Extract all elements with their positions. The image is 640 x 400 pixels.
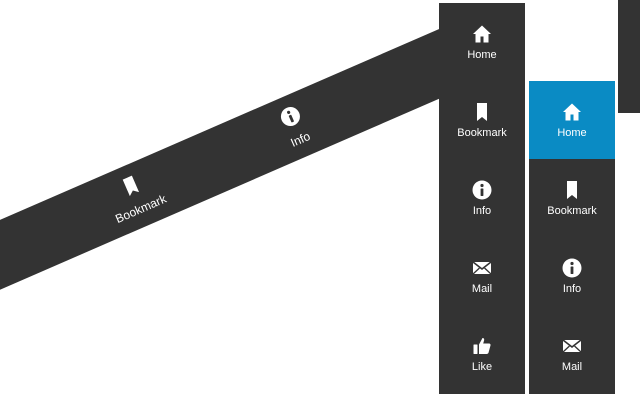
info-icon — [471, 179, 493, 201]
vertical-tab-bar-1: Home Bookmark Info Mail Like — [439, 3, 525, 394]
tab-home[interactable]: Home — [439, 3, 525, 81]
like-icon — [471, 335, 493, 357]
bookmark-icon — [471, 101, 493, 123]
tab-bookmark[interactable]: Bookmark — [439, 81, 525, 159]
tab-mail[interactable]: Mail — [439, 237, 525, 315]
diagonal-tab-bar: e Bookmark Info — [0, 22, 480, 305]
tab-label: Home — [467, 48, 497, 61]
bookmark-icon — [118, 173, 146, 204]
bookmark-icon — [561, 179, 583, 201]
tab-info[interactable]: Info — [439, 159, 525, 237]
info-icon — [277, 103, 305, 134]
mail-icon — [471, 257, 493, 279]
tab-label: Mail — [561, 360, 583, 373]
tab-bookmark[interactable]: Bookmark — [529, 159, 615, 237]
home-icon — [561, 101, 583, 123]
mail-icon — [561, 335, 583, 357]
tab-mail[interactable]: Mail — [529, 315, 615, 393]
tab-label: Like — [471, 360, 493, 373]
home-icon — [471, 23, 493, 45]
tab-label: Bookmark — [547, 204, 597, 217]
tab-label: Mail — [471, 282, 493, 295]
tab-home-active[interactable]: Home — [529, 81, 615, 159]
info-icon — [561, 257, 583, 279]
tab-bar-edge — [618, 0, 640, 113]
tab-like[interactable]: Like — [439, 315, 525, 393]
diagonal-item-like[interactable]: e — [0, 222, 31, 304]
tab-info[interactable]: Info — [529, 237, 615, 315]
diagonal-item-info[interactable]: Info — [245, 86, 345, 168]
diagonal-item-bookmark[interactable]: Bookmark — [85, 155, 185, 237]
vertical-tab-bar-2: Home Bookmark Info Mail — [529, 81, 615, 394]
tab-label: Home — [557, 126, 587, 139]
tab-label: Bookmark — [457, 126, 507, 139]
tab-label: Info — [472, 204, 492, 217]
tab-label: Info — [562, 282, 582, 295]
